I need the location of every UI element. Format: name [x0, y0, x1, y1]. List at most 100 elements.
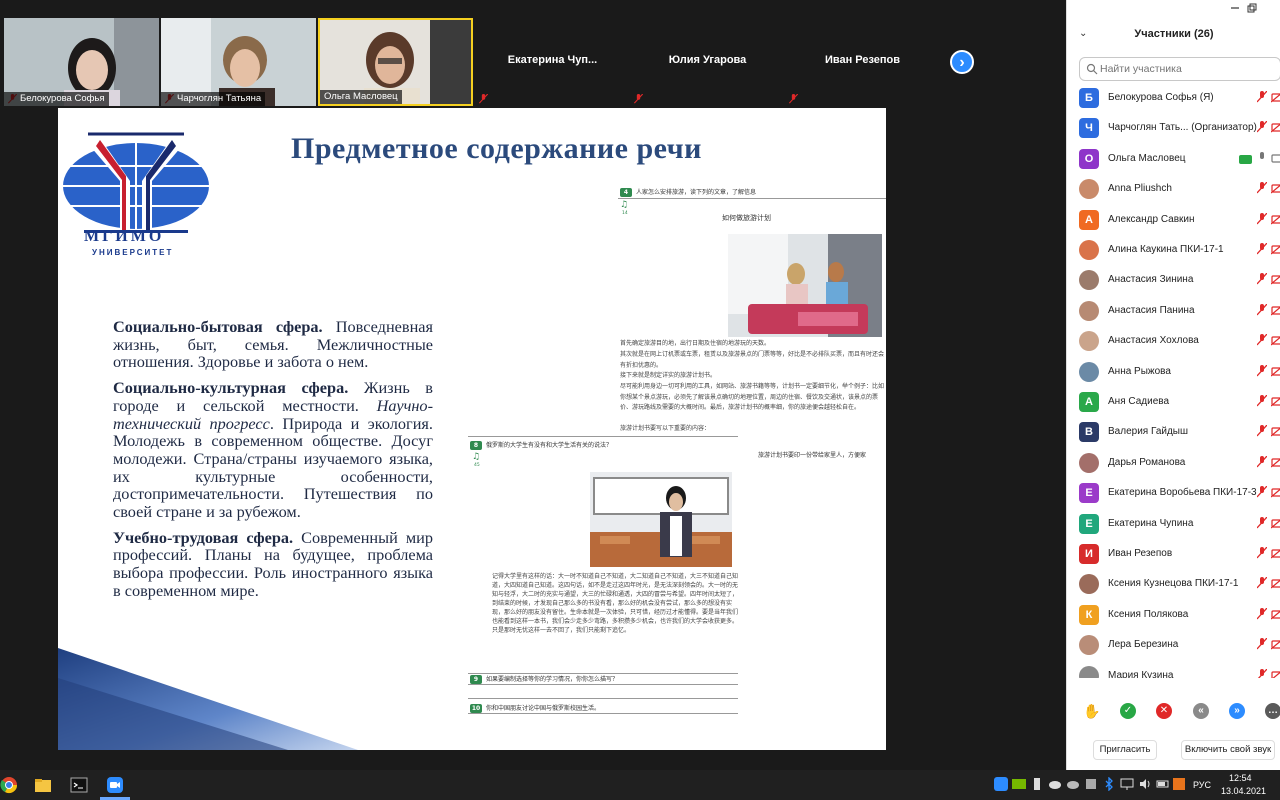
audio-track-number: 14	[622, 211, 628, 216]
participant-row[interactable]: Е Екатерина Воробьева ПКИ-17-3	[1067, 479, 1280, 509]
avatar: Ч	[1079, 118, 1099, 139]
search-icon	[1086, 63, 1098, 75]
unmute-button[interactable]: Включить свой звук	[1181, 740, 1275, 760]
camera-off-icon	[1271, 245, 1280, 255]
avatar: Е	[1079, 513, 1099, 534]
tray-zoom-icon[interactable]	[994, 777, 1008, 791]
exercise-question: 你和中国朋友讨论中国与俄罗斯校园生活。	[486, 705, 601, 712]
participant-row[interactable]: А Аня Садиева	[1067, 388, 1280, 418]
participant-search[interactable]	[1079, 57, 1280, 81]
mic-muted-icon	[1257, 182, 1267, 194]
participant-name: Екатерина Чупина	[1108, 517, 1194, 529]
panel-header: ⌄ Участники (26)	[1067, 24, 1280, 46]
restore-icon[interactable]	[1247, 3, 1257, 13]
mic-muted-icon	[1257, 121, 1267, 133]
text-paragraph: 其次就是在网上订机票或车票，租赁以及旅游景点的门票等等，好比是不必排队买票，而且…	[620, 351, 885, 369]
participant-row[interactable]: Анастасия Хохлова	[1067, 327, 1280, 357]
zoom-app-icon[interactable]	[106, 776, 124, 794]
paragraph-educational-labor: Учебно-трудовая сфера. Современный мир п…	[113, 527, 433, 600]
camera-icon	[1271, 154, 1280, 163]
mic-muted-icon	[1257, 303, 1267, 316]
clock-date[interactable]: 13.04.2021	[1221, 786, 1266, 796]
participant-row[interactable]: Дарья Романова	[1067, 449, 1280, 479]
participant-row[interactable]: В Валерия Гайдыш	[1067, 418, 1280, 448]
chevron-right-icon[interactable]: ›	[950, 50, 974, 74]
text-paragraph: 接下来就是制定详实的旅游计划书。	[620, 372, 717, 379]
participant-name: Лера Березина	[1108, 639, 1179, 651]
clock-time[interactable]: 12:54	[1229, 773, 1252, 783]
yes-icon[interactable]: ✓	[1120, 703, 1136, 719]
participant-name: Юлия Угарова	[668, 54, 747, 66]
presentation-slide: МГИМО УНИВЕРСИТЕТ Предметное содержание …	[58, 108, 886, 750]
camera-off-icon	[1271, 366, 1280, 377]
video-tile[interactable]: Чарчоглян Татьяна	[161, 18, 316, 106]
no-icon[interactable]: ✕	[1156, 703, 1172, 719]
camera-off-icon	[1271, 93, 1280, 103]
participant-row[interactable]: Ч Чарчоглян Тать... (Организатор)	[1067, 114, 1280, 144]
battery-icon[interactable]	[1156, 777, 1170, 791]
minimize-icon[interactable]	[1230, 3, 1240, 13]
exercise-number: 8	[470, 441, 482, 450]
participant-row[interactable]: И Иван Резепов	[1067, 540, 1280, 570]
mic-muted-icon	[1257, 516, 1267, 529]
name-tile[interactable]: Екатерина Чуп...	[475, 18, 630, 106]
volume-icon[interactable]	[1138, 777, 1152, 791]
participant-row[interactable]: Алина Каукина ПКИ-17-1	[1067, 236, 1280, 266]
go-faster-icon[interactable]: »	[1229, 703, 1245, 719]
exercise-question: 人家怎么安排旅游，读下列的文章，了解信息	[636, 189, 757, 196]
tray-cloud-icon[interactable]	[1048, 777, 1062, 791]
invite-button[interactable]: Пригласить	[1093, 740, 1157, 760]
avatar-photo	[1079, 574, 1099, 595]
mic-muted-icon	[789, 94, 798, 104]
exercise-number: 9	[470, 675, 482, 684]
participant-row[interactable]: Е Екатерина Чупина	[1067, 510, 1280, 540]
participant-row[interactable]: А Александр Савкин	[1067, 206, 1280, 236]
video-tile[interactable]: Белокурова Софья	[4, 18, 159, 106]
participant-row[interactable]: Ксения Кузнецова ПКИ-17-1	[1067, 570, 1280, 600]
keyboard-language[interactable]: РУС	[1193, 780, 1211, 790]
tray-nvidia-icon[interactable]	[1012, 777, 1026, 791]
mic-muted-icon	[1257, 243, 1267, 255]
participant-row[interactable]: О Ольга Масловец	[1067, 145, 1280, 175]
name-tile[interactable]: Юлия Угарова	[630, 18, 785, 106]
tray-usb-icon[interactable]	[1030, 777, 1044, 791]
file-explorer-icon[interactable]	[34, 776, 52, 794]
textbook-page-image: 4 人家怎么安排旅游，读下列的文章，了解信息 ♫ 14 如何做旅游计划 首先确定…	[468, 184, 886, 744]
mic-muted-icon	[1257, 455, 1267, 468]
panel-window-controls	[1067, 0, 1280, 20]
participant-name: Анастасия Хохлова	[1108, 335, 1199, 347]
mic-muted-icon	[1257, 607, 1267, 620]
tray-onedrive-icon[interactable]	[1066, 777, 1080, 791]
participant-row[interactable]: Анастасия Зинина	[1067, 266, 1280, 296]
participant-row[interactable]: Anna Pliushch	[1067, 175, 1280, 205]
avatar: А	[1079, 392, 1099, 412]
raise-hand-icon[interactable]: ✋	[1083, 703, 1100, 719]
participant-name: Аня Садиева	[1108, 396, 1170, 407]
tray-app-icon[interactable]	[1084, 777, 1098, 791]
participant-row[interactable]: Мария Кузина	[1067, 662, 1280, 678]
camera-off-icon	[1271, 214, 1280, 225]
participant-row[interactable]: Лера Березина	[1067, 631, 1280, 661]
participant-row[interactable]: К Ксения Полякова	[1067, 601, 1280, 631]
participant-row[interactable]: Анна Рыжова	[1067, 358, 1280, 388]
video-strip: Белокурова Софья Чарчоглян Татьяна Ольга…	[0, 0, 1066, 108]
bluetooth-icon[interactable]	[1102, 777, 1116, 791]
student-classroom-photo	[590, 472, 732, 567]
chrome-icon[interactable]	[0, 776, 18, 794]
video-tile-active-speaker[interactable]: Ольга Масловец	[318, 18, 473, 106]
participant-name: Анастасия Зинина	[1108, 274, 1194, 286]
more-icon[interactable]: …	[1265, 703, 1280, 719]
participant-row[interactable]: Б Белокурова Софья (Я)	[1067, 84, 1280, 114]
terminal-icon[interactable]	[70, 776, 88, 794]
tray-orange-app-icon[interactable]	[1172, 777, 1186, 791]
participant-row[interactable]: Анастасия Панина	[1067, 297, 1280, 327]
search-input[interactable]	[1100, 61, 1275, 77]
network-icon[interactable]	[1120, 777, 1134, 791]
text-paragraph: 记得大学里有这样的话：大一时不知道自己不知道，大二知道自己不知道，大三不知道自己…	[492, 573, 739, 634]
camera-off-icon	[1271, 397, 1280, 407]
mic-muted-icon	[634, 94, 643, 104]
headphones-icon: ♫	[472, 452, 481, 462]
slide-body-text: Социально-бытовая сфера. Повседневная жи…	[113, 318, 433, 608]
go-slower-icon[interactable]: «	[1193, 703, 1209, 719]
name-tile[interactable]: Иван Резепов	[785, 18, 940, 106]
